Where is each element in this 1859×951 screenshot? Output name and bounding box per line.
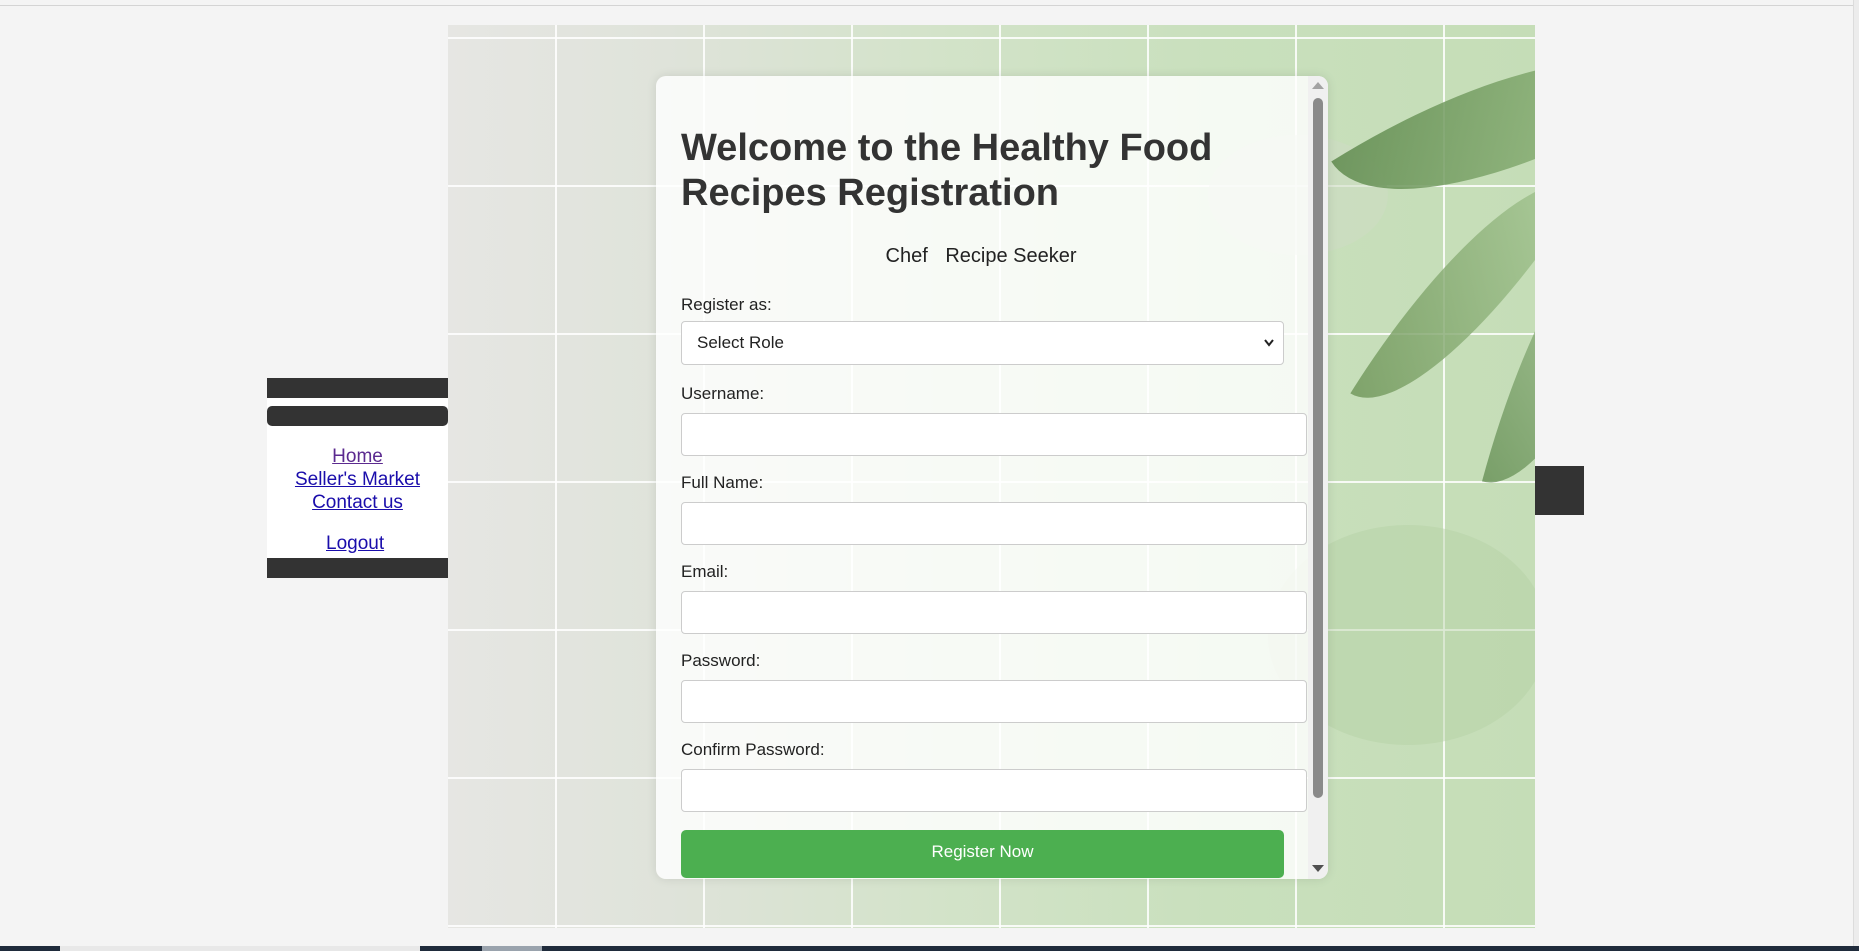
fullname-input[interactable] (681, 502, 1307, 545)
username-label: Username: (681, 384, 765, 403)
confirm-password-label: Confirm Password: (681, 740, 825, 759)
scroll-down-arrow-icon[interactable] (1312, 865, 1324, 872)
confirm-password-input[interactable] (681, 769, 1307, 812)
registration-form: Welcome to the Healthy Food Recipes Regi… (656, 76, 1328, 879)
role-tabs: Chef Recipe Seeker (681, 245, 1281, 268)
taskbar-segment (482, 946, 542, 951)
role-tab-recipe-seeker[interactable]: Recipe Seeker (945, 245, 1076, 267)
taskbar-strip (0, 946, 1859, 951)
role-tab-chef[interactable]: Chef (886, 245, 928, 267)
sidebar-header-bar (267, 378, 448, 398)
page-scrollbar[interactable] (1853, 0, 1859, 951)
role-select-value: Select Role (697, 333, 784, 352)
register-as-label: Register as: (681, 295, 772, 314)
email-input[interactable] (681, 591, 1307, 634)
nav-link-sellers-market[interactable]: Seller's Market (267, 468, 448, 491)
sidebar-toggle-bar[interactable] (267, 406, 448, 426)
scrollbar-thumb[interactable] (1313, 98, 1323, 798)
side-toggle-square[interactable] (1535, 466, 1584, 515)
register-now-button[interactable]: Register Now (681, 830, 1284, 878)
nav-link-home[interactable]: Home (267, 445, 448, 468)
scroll-up-arrow-icon[interactable] (1312, 82, 1324, 89)
password-label: Password: (681, 651, 761, 670)
chevron-down-icon (1263, 322, 1275, 380)
window-top-border (0, 5, 1859, 6)
form-title: Welcome to the Healthy Food Recipes Regi… (681, 127, 1213, 214)
fullname-label: Full Name: (681, 473, 764, 492)
taskbar-segment (60, 946, 420, 951)
password-input[interactable] (681, 680, 1307, 723)
sidebar: Home Seller's Market Contact us Logout (267, 378, 448, 578)
sidebar-footer-bar (267, 558, 448, 578)
sidebar-nav: Home Seller's Market Contact us (267, 445, 448, 514)
nav-link-contact-us[interactable]: Contact us (267, 491, 448, 514)
role-select[interactable]: Select Role (681, 321, 1284, 365)
logout-link[interactable]: Logout (326, 532, 384, 555)
email-label: Email: (681, 562, 729, 581)
username-input[interactable] (681, 413, 1307, 456)
form-scrollbar[interactable] (1308, 76, 1328, 879)
